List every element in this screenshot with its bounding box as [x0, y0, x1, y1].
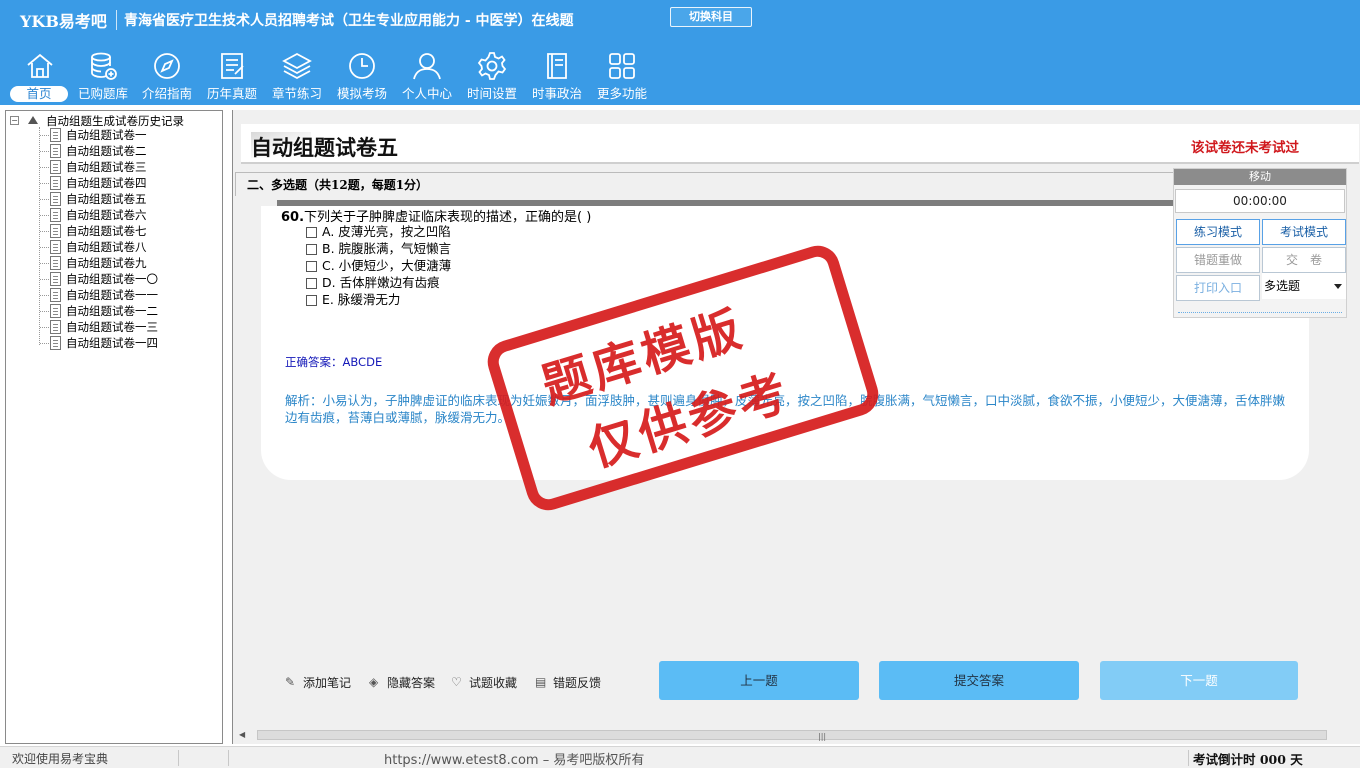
divider	[178, 750, 179, 766]
copyright-text: https://www.etest8.com – 易考吧版权所有	[384, 753, 645, 768]
nav-affairs-label: 时事政治	[531, 86, 582, 101]
scroll-left-arrow-icon[interactable]: ◀	[239, 730, 245, 739]
exam-status-text: 该试卷还未考试过	[1191, 140, 1299, 156]
checkbox[interactable]	[306, 227, 317, 238]
brand-logo: YKB易考吧	[20, 12, 107, 31]
document-icon	[50, 320, 61, 334]
divider	[1188, 750, 1189, 766]
nav-time-label: 时间设置	[466, 86, 517, 101]
document-icon	[50, 272, 61, 286]
nav-past-papers[interactable]: 历年真题	[200, 48, 264, 104]
document-list-icon	[221, 53, 244, 79]
switch-subject-button[interactable]: 切换科目	[670, 7, 752, 27]
exam-countdown: 考试倒计时 000 天	[1193, 752, 1303, 767]
nav-personal-label: 个人中心	[401, 86, 452, 101]
gear-icon	[477, 52, 507, 80]
pencil-icon: ✎	[285, 675, 296, 689]
submit-answer-button[interactable]: 提交答案	[879, 661, 1079, 700]
nav-time-settings[interactable]: 时间设置	[460, 48, 524, 104]
document-icon	[50, 304, 61, 318]
paper-header: 自动组题试卷五 该试卷还未考试过	[241, 124, 1359, 164]
timer-resize-handle[interactable]	[1178, 309, 1342, 313]
horizontal-scrollbar[interactable]: ◀ |||	[235, 728, 1360, 742]
answer-label: 正确答案：	[285, 355, 343, 369]
status-bar: 欢迎使用易考宝典 https://www.etest8.com – 易考吧版权所…	[0, 746, 1360, 768]
timer-panel: 移动 00:00:00 练习模式 考试模式 错题重做 交 卷 打印入口 多选题	[1173, 168, 1347, 318]
nav-past-label: 历年真题	[206, 86, 257, 101]
nav-home[interactable]: 首页	[8, 48, 72, 104]
document-icon	[50, 288, 61, 302]
checkbox[interactable]	[306, 261, 317, 272]
document-icon	[50, 208, 61, 222]
home-icon	[27, 53, 53, 78]
answer-value: ABCDE	[342, 355, 383, 369]
print-button[interactable]: 打印入口	[1176, 275, 1260, 301]
nav-current-affairs[interactable]: 时事政治	[525, 48, 589, 104]
document-icon	[50, 256, 61, 270]
grid-icon	[609, 53, 635, 79]
nav-mock-label: 模拟考场	[336, 86, 387, 101]
document-pin-icon	[50, 192, 61, 206]
document-icon	[50, 128, 61, 142]
question-text: 下列关于子肿脾虚证临床表现的描述，正确的是( )	[304, 210, 592, 225]
redo-wrong-button[interactable]: 错题重做	[1176, 247, 1260, 273]
divider	[228, 750, 229, 766]
nav-purchased-banks[interactable]: 已购题库	[71, 48, 135, 104]
app-window: { "header": { "brand": "YKB易考吧", "exam_t…	[0, 0, 1360, 768]
document-icon	[50, 224, 61, 238]
collapse-icon[interactable]: −	[10, 116, 19, 125]
user-icon	[413, 53, 441, 80]
notebook-icon	[547, 53, 567, 79]
timer-display: 00:00:00	[1175, 189, 1345, 213]
database-icon	[91, 52, 117, 80]
document-icon	[50, 160, 61, 174]
nav-chapter-label: 章节练习	[271, 86, 322, 101]
previous-question-button[interactable]: 上一题	[659, 661, 859, 700]
document-icon	[50, 176, 61, 190]
document-icon	[50, 240, 61, 254]
nav-guide[interactable]: 介绍指南	[135, 48, 199, 104]
compass-icon	[154, 53, 180, 79]
tree-connector	[39, 127, 40, 345]
document-icon	[50, 336, 61, 350]
clock-icon	[349, 53, 375, 79]
eye-off-icon: ◈	[369, 675, 379, 689]
layers-icon	[282, 52, 312, 80]
nav-chapter-practice[interactable]: 章节练习	[265, 48, 329, 104]
correct-answer: 正确答案：ABCDE	[285, 354, 382, 370]
top-toolbar: YKB易考吧 青海省医疗卫生技术人员招聘考试（卫生专业应用能力 - 中医学）在线…	[0, 0, 1360, 105]
scrollbar-thumb[interactable]: |||	[257, 730, 1327, 741]
folder-triangle-icon	[28, 116, 38, 124]
practice-mode-button[interactable]: 练习模式	[1176, 219, 1260, 245]
exam-title: 青海省医疗卫生技术人员招聘考试（卫生专业应用能力 - 中医学）在线题	[124, 13, 574, 29]
question-number: 60.	[281, 210, 305, 225]
submit-paper-button[interactable]: 交 卷	[1262, 247, 1346, 273]
nav-guide-label: 介绍指南	[141, 86, 192, 101]
question-type-select[interactable]: 多选题	[1262, 273, 1346, 299]
nav-mock-exam[interactable]: 模拟考场	[330, 48, 394, 104]
section-title: 二、多选题（共12题，每题1分）	[247, 178, 429, 192]
feedback-icon: ▤	[535, 675, 547, 689]
next-question-button[interactable]: 下一题	[1100, 661, 1298, 700]
welcome-text: 欢迎使用易考宝典	[12, 752, 109, 766]
checkbox[interactable]	[306, 295, 317, 306]
nav-personal-center[interactable]: 个人中心	[395, 48, 459, 104]
nav-more-label: 更多功能	[596, 86, 647, 101]
nav-more[interactable]: 更多功能	[590, 48, 654, 104]
checkbox[interactable]	[306, 244, 317, 255]
document-icon	[50, 144, 61, 158]
nav-purchased-label: 已购题库	[77, 86, 128, 101]
paper-history-tree: − 自动组题生成试卷历史记录 自动组题试卷一 自动组题试卷二 自动组题试卷三 自…	[5, 110, 223, 744]
checkbox[interactable]	[306, 278, 317, 289]
timer-drag-handle[interactable]: 移动	[1174, 169, 1346, 185]
question-stem: 60.下列关于子肿脾虚证临床表现的描述，正确的是( )	[281, 206, 591, 225]
divider	[116, 10, 117, 30]
nav-home-label: 首页	[10, 86, 68, 102]
grip-icon: |||	[818, 732, 827, 741]
heart-icon: ♡	[451, 675, 462, 689]
exam-mode-button[interactable]: 考试模式	[1262, 219, 1346, 245]
paper-title: 自动组题试卷五	[251, 135, 398, 160]
